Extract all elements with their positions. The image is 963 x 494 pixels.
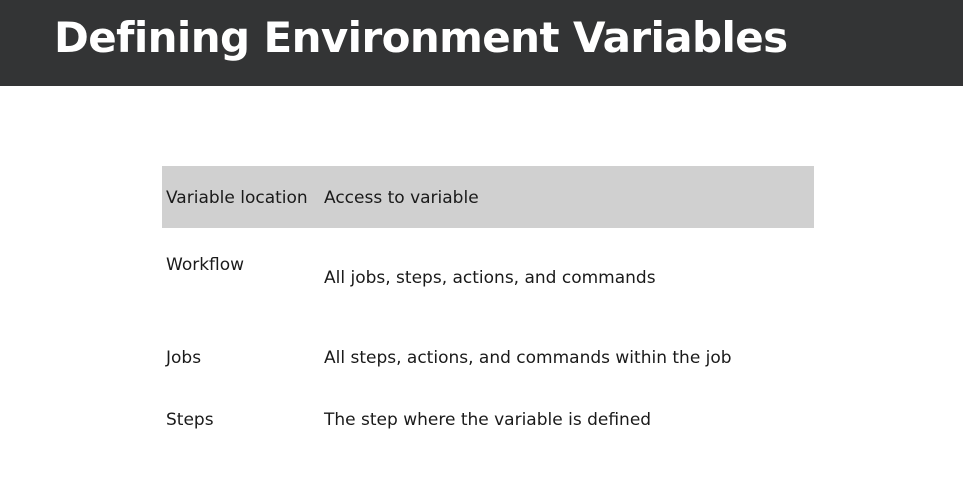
header-access-to-variable: Access to variable (324, 188, 479, 208)
row-access-steps: The step where the variable is defined (324, 410, 652, 430)
slide-title: Defining Environment Variables (54, 13, 788, 62)
row-location-steps: Steps (166, 410, 214, 430)
row-access-workflow: All jobs, steps, actions, and commands (324, 268, 656, 288)
row-location-jobs: Jobs (166, 348, 202, 368)
row-location-workflow: Workflow (166, 255, 245, 275)
title-bar: Defining Environment Variables (0, 0, 963, 86)
row-access-jobs: All steps, actions, and commands within … (324, 348, 732, 368)
header-variable-location: Variable location (166, 188, 308, 208)
table-header-row: Variable location Access to variable (162, 166, 814, 228)
